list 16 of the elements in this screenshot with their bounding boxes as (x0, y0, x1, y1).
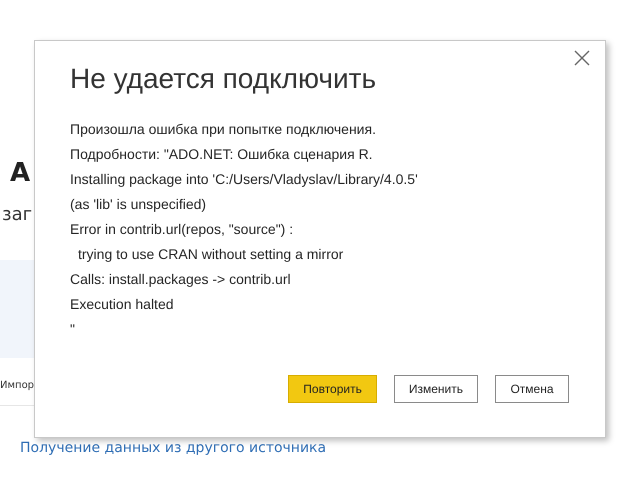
page-heading: А (10, 158, 30, 190)
error-message-line: Подробности: "ADO.NET: Ошибка сценария R. (70, 145, 374, 164)
dialog-button[interactable]: Изменить (394, 375, 478, 403)
dialog-title: Не удается подключить (70, 63, 378, 95)
error-message-line: Calls: install.packages -> contrib.url (70, 270, 292, 289)
error-message-line: Error in contrib.url(repos, "source") : (70, 220, 294, 239)
error-message-line: " (70, 320, 76, 339)
page-subtitle: заг (2, 204, 32, 227)
error-message-line: (as 'lib' is unspecified) (70, 195, 208, 214)
error-message-line: trying to use CRAN without setting a mirror (77, 245, 344, 264)
error-message-line: Execution halted (70, 295, 175, 314)
other-source-link[interactable]: Получение данных из другого источника (20, 440, 326, 456)
primary-button[interactable]: Повторить (288, 375, 377, 403)
error-message-line: Installing package into 'C:/Users/Vladyslav/Library/4.0.5' (70, 170, 419, 189)
dialog-button[interactable]: Отмена (495, 375, 569, 403)
error-message-line: Произошла ошибка при попытке подключения. (70, 120, 377, 139)
